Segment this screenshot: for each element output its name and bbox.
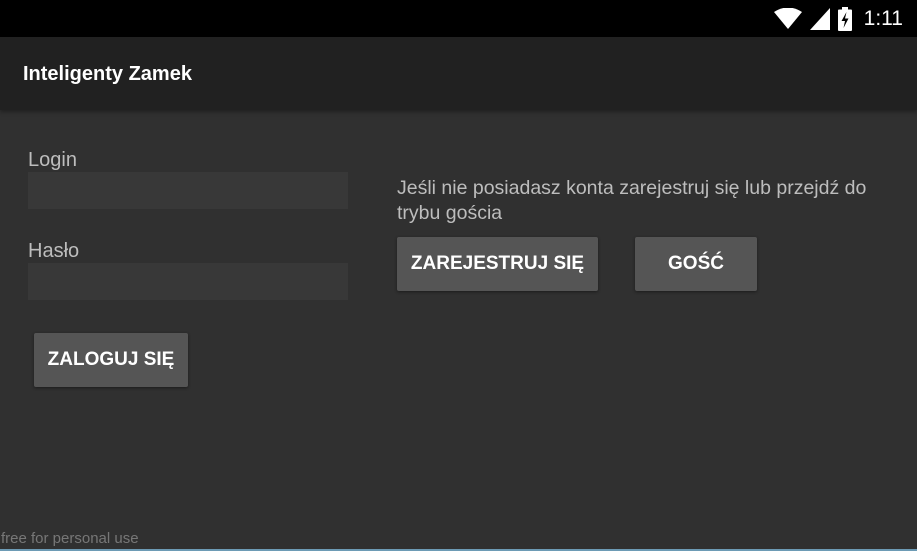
register-info-text: Jeśli nie posiadasz konta zarejestruj si… xyxy=(397,177,867,224)
register-button[interactable]: ZAREJESTRUJ SIĘ xyxy=(397,237,598,291)
password-input[interactable] xyxy=(28,263,348,300)
battery-charging-icon xyxy=(837,6,852,31)
status-time: 1:11 xyxy=(863,7,903,30)
app-title: Inteligenty Zamek xyxy=(23,63,192,85)
login-input[interactable] xyxy=(28,172,348,209)
status-bar: 1:11 xyxy=(0,0,917,37)
watermark-text: free for personal use xyxy=(1,530,139,547)
wifi-icon xyxy=(773,7,802,29)
login-button[interactable]: ZALOGUJ SIĘ xyxy=(34,333,188,387)
cell-signal-icon xyxy=(809,7,830,30)
status-icons: 1:11 xyxy=(773,5,903,32)
app-bar: Inteligenty Zamek xyxy=(0,37,917,110)
app-screen: 1:11 Inteligenty Zamek Login Hasło ZALOG… xyxy=(0,0,917,551)
login-label: Login xyxy=(28,149,77,171)
guest-button[interactable]: GOŚĆ xyxy=(635,237,757,291)
password-label: Hasło xyxy=(28,240,80,262)
